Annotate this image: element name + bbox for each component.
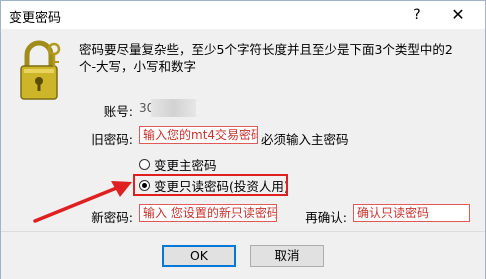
old-password-note: 必须输入主密码 xyxy=(261,132,349,147)
annotation-highlight-box xyxy=(133,174,288,196)
password-requirements-text: 密码要尽量复杂些，至少5个字符长度并且至少是下面3个类型中的2个-大写，小写和数… xyxy=(79,42,453,74)
radio-button-main[interactable] xyxy=(139,158,150,170)
radio-change-main-password[interactable]: 变更主密码 xyxy=(139,155,217,173)
new-password-field[interactable]: 输入 您设置的新只读密码 xyxy=(139,204,277,222)
confirm-password-label: 再确认: xyxy=(305,210,347,225)
change-password-dialog: 变更密码 ? ✕ 密码要尽量复杂些，至少5个字符长度并且至少是下面3个类型中的2… xyxy=(0,0,486,279)
radio-label-main: 变更主密码 xyxy=(154,157,217,173)
old-password-field[interactable]: 输入您的mt4交易密码 xyxy=(139,126,258,144)
button-bar: OK 取消 xyxy=(1,231,485,279)
window-title: 变更密码 xyxy=(9,11,62,26)
new-password-label: 新密码: xyxy=(91,210,133,225)
old-password-label: 旧密码: xyxy=(91,132,133,147)
cancel-button[interactable]: 取消 xyxy=(250,245,324,267)
close-button[interactable]: ✕ xyxy=(444,4,472,26)
account-label: 账号: xyxy=(103,104,133,119)
title-bar: 变更密码 ? ✕ xyxy=(1,1,485,29)
account-redaction xyxy=(151,99,196,117)
confirm-password-field[interactable]: 确认只读密码 xyxy=(353,204,470,222)
help-button[interactable]: ? xyxy=(407,5,427,25)
lock-with-keys-icon xyxy=(20,40,61,100)
ok-button[interactable]: OK xyxy=(162,245,236,267)
